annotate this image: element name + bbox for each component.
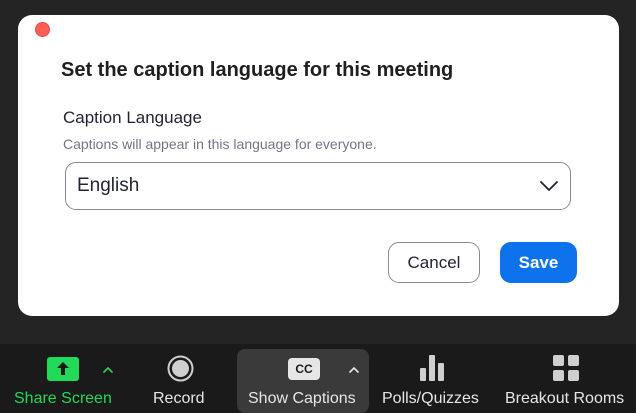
chevron-down-icon [540, 181, 558, 191]
show-captions-button[interactable]: CC Show Captions [237, 344, 369, 413]
grid-icon [553, 355, 579, 381]
selected-language: English [77, 175, 140, 196]
record-button[interactable]: Record [140, 344, 220, 413]
caption-language-label: Caption Language [63, 108, 202, 127]
record-label: Record [153, 390, 205, 407]
caret-up-icon[interactable] [103, 366, 113, 373]
meeting-toolbar: Share Screen Record CC Show Captions Pol… [0, 344, 636, 413]
save-button[interactable]: Save [500, 242, 577, 283]
caption-language-dialog: Set the caption language for this meetin… [18, 15, 619, 316]
share-screen-button[interactable]: Share Screen [0, 344, 130, 413]
share-up-arrow-icon [47, 357, 79, 381]
show-captions-label: Show Captions [248, 390, 356, 407]
share-screen-label: Share Screen [14, 390, 112, 407]
bar-chart-icon [420, 355, 444, 381]
cancel-button[interactable]: Cancel [388, 242, 480, 283]
close-icon[interactable] [35, 22, 50, 37]
caption-language-hint: Captions will appear in this language fo… [63, 136, 377, 152]
breakout-rooms-label: Breakout Rooms [505, 390, 625, 407]
cc-icon: CC [288, 358, 320, 380]
record-circle-icon [167, 355, 194, 382]
polls-quizzes-label: Polls/Quizzes [382, 390, 479, 407]
caption-language-select[interactable]: English [65, 162, 571, 210]
breakout-rooms-button[interactable]: Breakout Rooms [500, 344, 636, 413]
caret-up-icon[interactable] [349, 366, 359, 373]
polls-quizzes-button[interactable]: Polls/Quizzes [378, 344, 488, 413]
dialog-title: Set the caption language for this meetin… [61, 59, 454, 81]
